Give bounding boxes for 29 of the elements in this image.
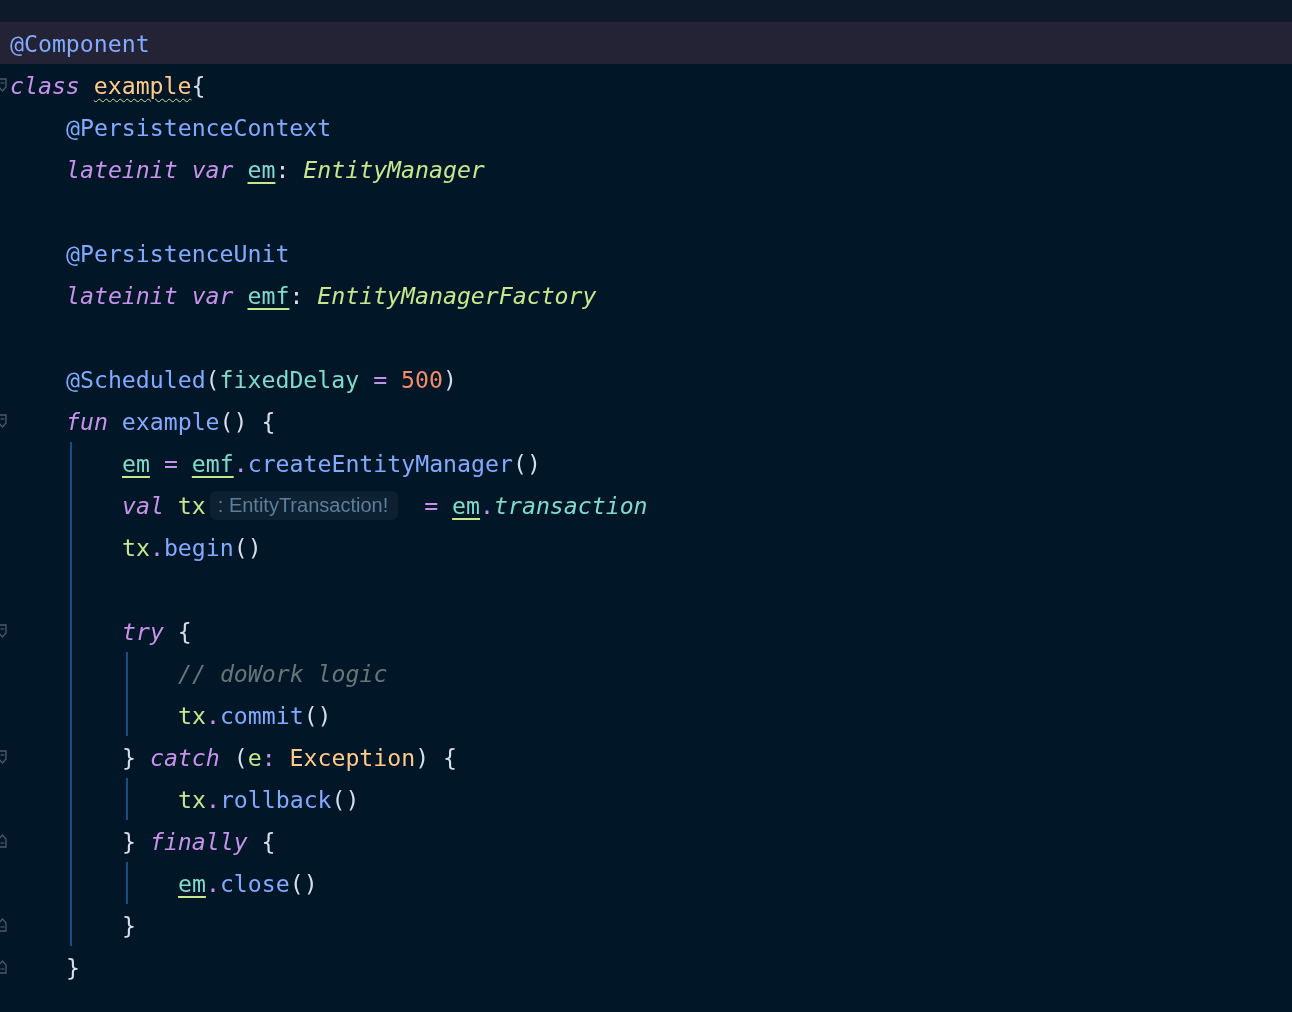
code-line: tx.rollback() — [178, 785, 360, 813]
fold-icon[interactable] — [0, 624, 7, 638]
code-line: @PersistenceContext — [66, 113, 332, 141]
code-line: em = emf.createEntityManager() — [122, 449, 541, 477]
code-line: lateinit var emf: EntityManagerFactory — [66, 281, 597, 309]
fold-icon[interactable] — [0, 960, 7, 974]
code-line: } finally { — [122, 827, 276, 855]
fold-icon[interactable] — [0, 750, 7, 764]
code-line: } — [66, 953, 80, 981]
code-line: } catch (e: Exception) { — [122, 743, 458, 771]
code-line: class example{ — [10, 71, 206, 99]
code-line: tx.begin() — [122, 533, 262, 561]
code-line: @PersistenceUnit — [66, 239, 290, 267]
code-line: fun example() { — [66, 407, 276, 435]
code-line: // doWork logic — [178, 659, 388, 687]
code-line: em.close() — [178, 869, 318, 897]
code-line: } — [122, 911, 136, 939]
fold-icon[interactable] — [0, 78, 7, 92]
code-line: tx.commit() — [178, 701, 332, 729]
fold-icon[interactable] — [0, 918, 7, 932]
code-line: try { — [122, 617, 192, 645]
code-line: @Scheduled(fixedDelay = 500) — [66, 365, 457, 393]
code-line: = em.transaction — [423, 491, 648, 519]
fold-icon[interactable] — [0, 834, 7, 848]
code-line: val tx — [122, 491, 206, 519]
code-line: @Component — [10, 29, 150, 57]
inlay-type-hint: : EntityTransaction! — [209, 490, 399, 520]
fold-icon[interactable] — [0, 414, 7, 428]
code-line: lateinit var em: EntityManager — [66, 155, 485, 183]
